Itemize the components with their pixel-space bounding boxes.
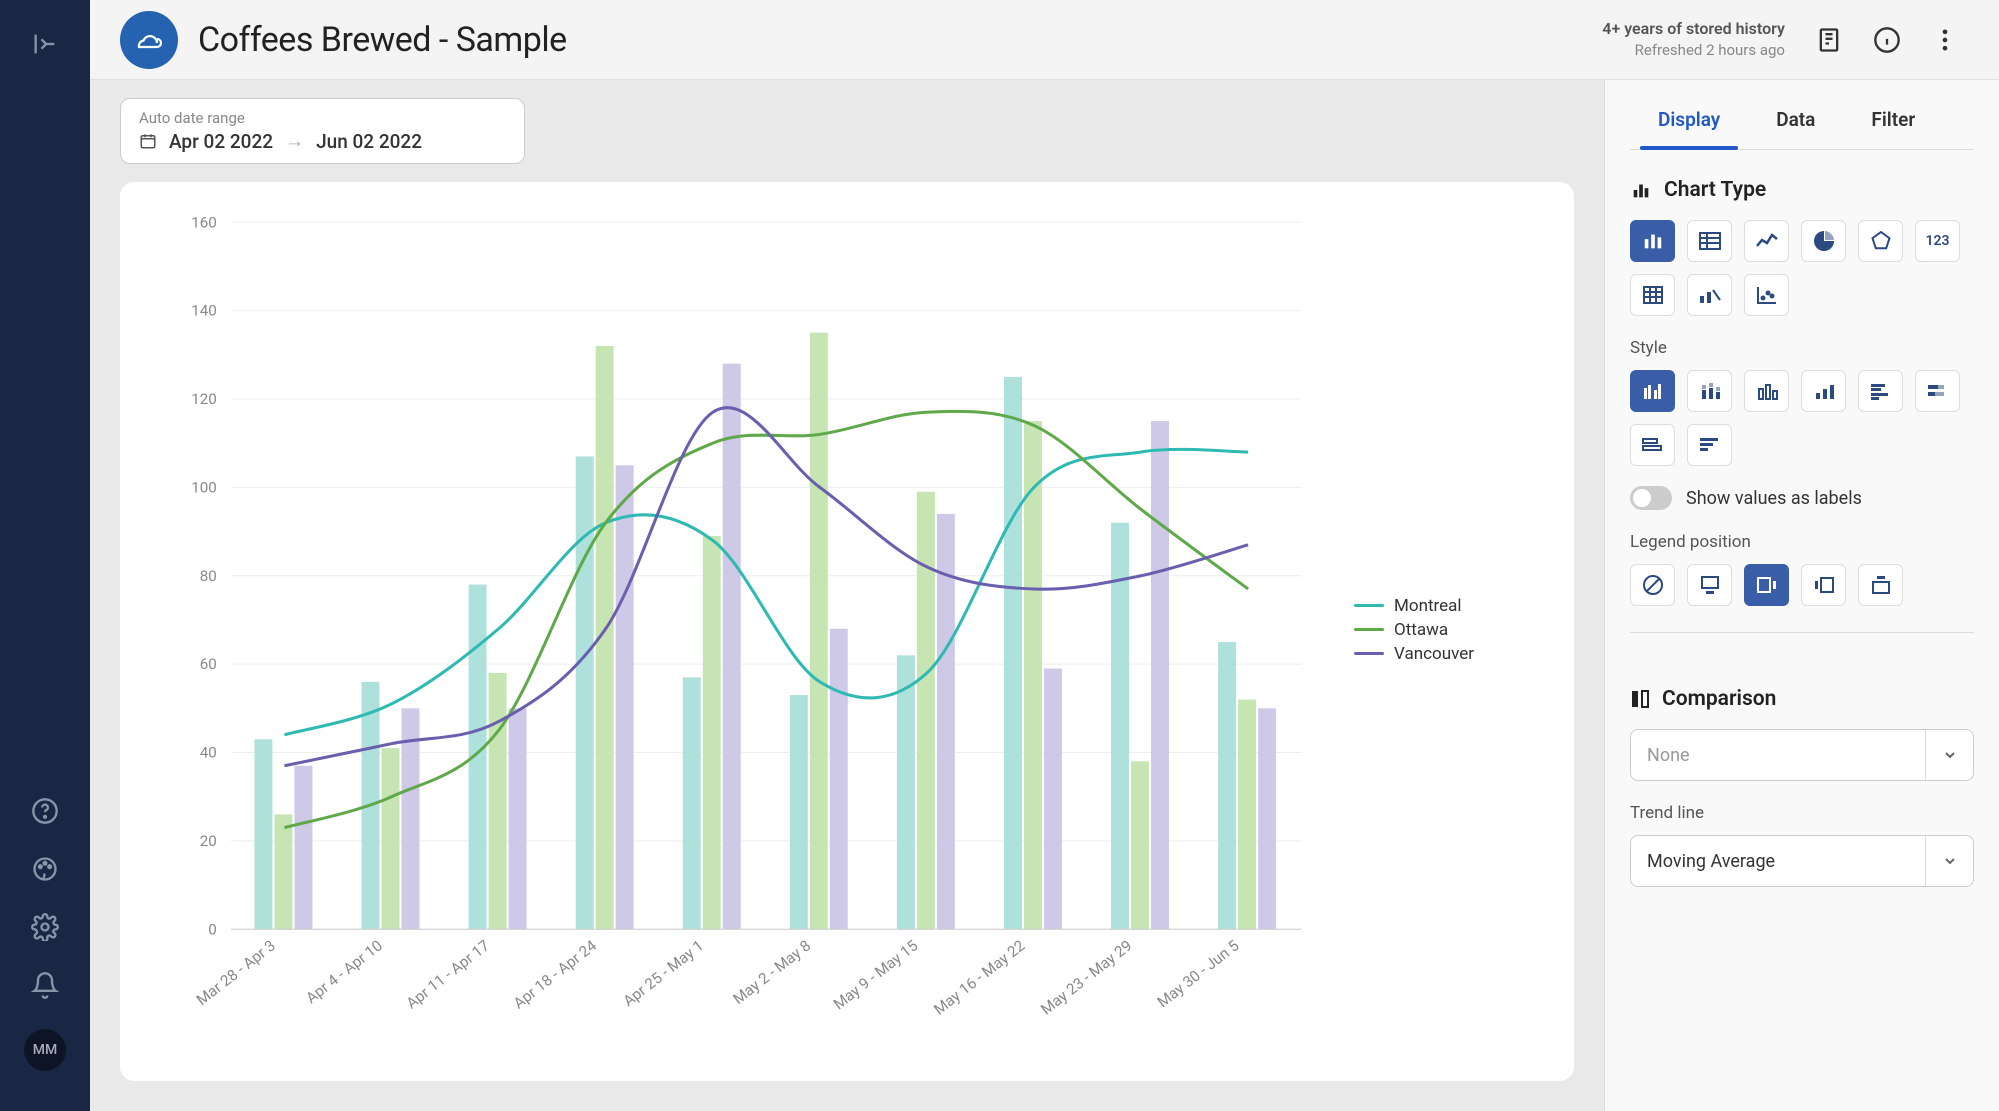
history-info: 4+ years of stored history Refreshed 2 h… <box>1602 18 1785 61</box>
trend-heading: Trend line <box>1630 803 1974 823</box>
legend-label: Ottawa <box>1394 620 1448 640</box>
comparison-heading: Comparison <box>1630 687 1974 711</box>
legend-top[interactable] <box>1858 564 1903 606</box>
config-tabs: Display Data Filter <box>1630 90 1974 150</box>
svg-text:May 30 - Jun 5: May 30 - Jun 5 <box>1154 937 1243 1012</box>
style-grid <box>1630 370 1974 466</box>
date-from: Apr 02 2022 <box>169 130 273 153</box>
legend: Montreal Ottawa Vancouver <box>1354 596 1474 668</box>
legend-left[interactable] <box>1801 564 1846 606</box>
svg-text:160: 160 <box>191 214 217 232</box>
svg-text:100: 100 <box>191 479 217 497</box>
date-to: Jun 02 2022 <box>316 130 422 153</box>
info-icon[interactable] <box>1873 26 1901 54</box>
calendar-icon <box>139 132 157 150</box>
settings-icon[interactable] <box>31 913 59 941</box>
svg-text:80: 80 <box>200 567 217 585</box>
svg-text:60: 60 <box>200 656 217 674</box>
show-values-label: Show values as labels <box>1686 488 1862 509</box>
chart-type-table[interactable] <box>1687 220 1732 262</box>
chart-type-scatter[interactable] <box>1744 274 1789 316</box>
app-sidebar: MM <box>0 0 90 1111</box>
style-grouped-h[interactable] <box>1858 370 1903 412</box>
svg-text:140: 140 <box>191 302 217 320</box>
comparison-icon <box>1630 688 1650 710</box>
avatar[interactable]: MM <box>24 1029 66 1071</box>
svg-text:0: 0 <box>208 921 217 939</box>
kebab-icon[interactable] <box>1931 26 1959 54</box>
tab-display[interactable]: Display <box>1630 90 1748 149</box>
config-panel: Display Data Filter Chart Type 123 <box>1604 80 1999 1111</box>
legend-bottom[interactable] <box>1687 564 1732 606</box>
svg-text:Mar 28 - Apr 3: Mar 28 - Apr 3 <box>193 937 279 1010</box>
legend-item: Ottawa <box>1354 620 1474 640</box>
chart-type-line[interactable] <box>1744 220 1789 262</box>
style-ordered-h[interactable] <box>1687 424 1732 466</box>
svg-text:Apr 11 - Apr 17: Apr 11 - Apr 17 <box>403 937 493 1013</box>
header: Coffees Brewed - Sample 4+ years of stor… <box>90 0 1999 80</box>
style-outline-v[interactable] <box>1744 370 1789 412</box>
page-title: Coffees Brewed - Sample <box>198 20 567 60</box>
chart-type-grid: 123 <box>1630 220 1974 316</box>
tab-data[interactable]: Data <box>1748 90 1843 149</box>
legend-label: Montreal <box>1394 596 1462 616</box>
app-logo <box>120 11 178 69</box>
comparison-select[interactable]: None <box>1630 729 1974 781</box>
trend-select[interactable]: Moving Average <box>1630 835 1974 887</box>
trend-value: Moving Average <box>1647 851 1775 872</box>
collapse-icon[interactable] <box>31 30 59 58</box>
chart-type-number[interactable]: 123 <box>1915 220 1960 262</box>
legend-position-heading: Legend position <box>1630 532 1974 552</box>
bar-chart-icon <box>1630 179 1652 201</box>
chart-card: 0 20 40 60 80 100 120 140 160 Mar 28 - Apr 3 Apr 4… <box>120 182 1574 1081</box>
svg-text:20: 20 <box>200 832 217 850</box>
svg-text:40: 40 <box>200 744 217 762</box>
chart-type-heading: Chart Type <box>1630 178 1974 202</box>
style-heading: Style <box>1630 338 1974 358</box>
show-values-toggle[interactable] <box>1630 486 1672 510</box>
legend-item: Montreal <box>1354 596 1474 616</box>
svg-text:May 23 - May 29: May 23 - May 29 <box>1037 937 1135 1019</box>
date-range-picker[interactable]: Auto date range Apr 02 2022 → Jun 02 202… <box>120 98 525 164</box>
history-line: 4+ years of stored history <box>1602 18 1785 40</box>
style-ordered-v[interactable] <box>1801 370 1846 412</box>
legend-none[interactable] <box>1630 564 1675 606</box>
legend-item: Vancouver <box>1354 644 1474 664</box>
bell-icon[interactable] <box>31 971 59 999</box>
chevron-down-icon <box>1925 730 1973 780</box>
svg-text:Apr 4 - Apr 10: Apr 4 - Apr 10 <box>303 937 386 1008</box>
chart-type-bar[interactable] <box>1630 220 1675 262</box>
legend-right[interactable] <box>1744 564 1789 606</box>
avatar-initials: MM <box>33 1042 58 1058</box>
chart-type-combo[interactable] <box>1687 274 1732 316</box>
style-stacked-v[interactable] <box>1687 370 1732 412</box>
chevron-down-icon <box>1925 836 1973 886</box>
date-range-label: Auto date range <box>139 109 506 127</box>
tab-filter[interactable]: Filter <box>1843 90 1943 149</box>
chart-type-pie[interactable] <box>1801 220 1846 262</box>
summarize-icon[interactable] <box>1815 26 1843 54</box>
svg-text:120: 120 <box>191 390 217 408</box>
refreshed-line: Refreshed 2 hours ago <box>1602 40 1785 61</box>
chart-type-radar[interactable] <box>1858 220 1903 262</box>
svg-text:Apr 18 - Apr 24: Apr 18 - Apr 24 <box>510 937 600 1013</box>
style-grouped-v[interactable] <box>1630 370 1675 412</box>
style-stacked-h[interactable] <box>1915 370 1960 412</box>
legend-position-grid <box>1630 564 1974 606</box>
comparison-value: None <box>1647 745 1690 766</box>
svg-text:May 16 - May 22: May 16 - May 22 <box>930 937 1028 1019</box>
arrow-right-icon: → <box>285 129 304 153</box>
help-icon[interactable] <box>31 797 59 825</box>
svg-text:Apr 25 - May 1: Apr 25 - May 1 <box>620 937 707 1011</box>
chart-type-pivot[interactable] <box>1630 274 1675 316</box>
svg-text:May 9 - May 15: May 9 - May 15 <box>830 937 921 1014</box>
style-outline-h[interactable] <box>1630 424 1675 466</box>
svg-text:May 2 - May 8: May 2 - May 8 <box>730 937 815 1009</box>
legend-label: Vancouver <box>1394 644 1474 664</box>
theme-icon[interactable] <box>31 855 59 883</box>
chart: 0 20 40 60 80 100 120 140 160 Mar 28 - Apr 3 Apr 4… <box>140 202 1534 1061</box>
